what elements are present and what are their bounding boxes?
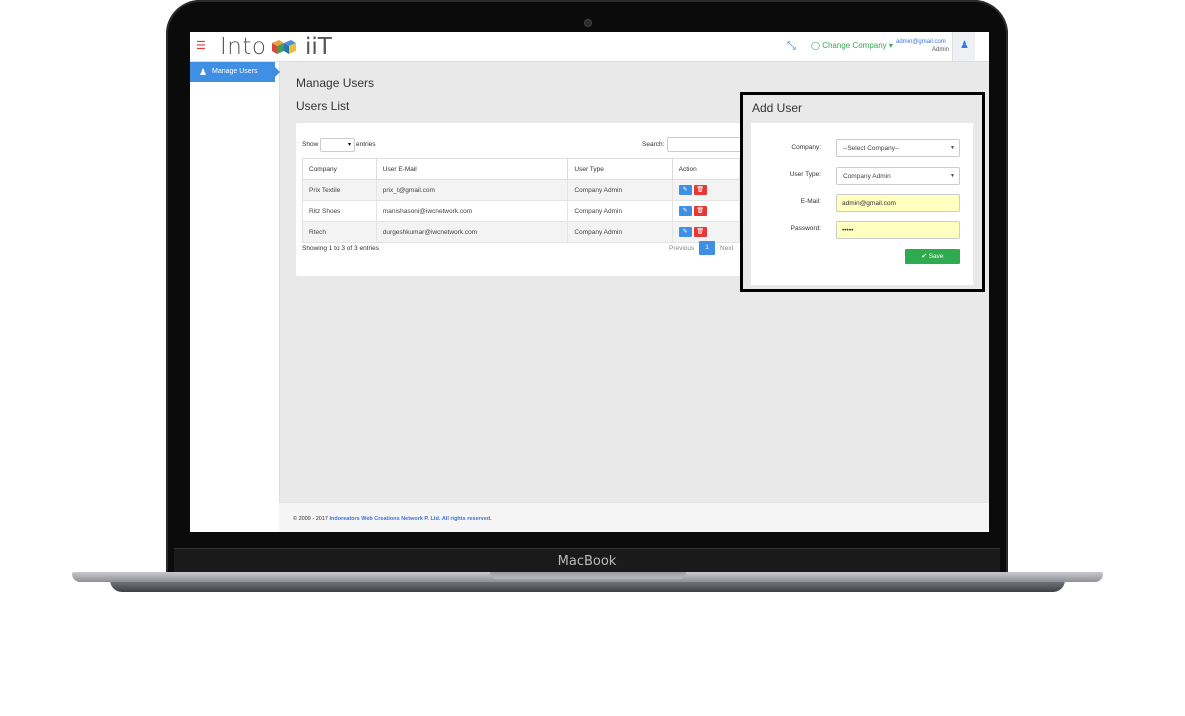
footer-copyright: © 2009 - 2017 [293,516,328,522]
add-user-panel: Add User Company: --Select Company-- ▼ U… [740,92,985,292]
logo-cube-icon [272,40,296,54]
column-header-user-type[interactable]: User Type [567,158,673,180]
app-screen: ☰ Into iiT ⤡ ◯ Change Company ▾ admin@gm… [190,32,989,532]
cell-company: Rtech [302,221,377,243]
user-icon: ♟ [960,40,969,51]
laptop-opening-notch [490,572,686,579]
footer-text: © 2009 - 2017 Indoreators Web Creations … [293,516,492,522]
delete-icon[interactable]: 🗑 [693,227,707,237]
column-header-email[interactable]: User E-Mail [375,158,569,180]
camera-dot [584,19,592,27]
user-role: Admin [932,47,950,53]
table-row: Rtech durgeshkumar@iwcnetwork.com Compan… [302,221,741,243]
device-brand-label: MacBook [557,554,617,569]
entries-per-page-select[interactable]: ▾ [320,138,355,152]
top-navbar: ☰ Into iiT ⤡ ◯ Change Company ▾ admin@gm… [190,32,989,62]
delete-icon[interactable]: 🗑 [693,185,707,195]
cell-actions: ✎ 🗑 [671,179,741,201]
save-button[interactable]: ✔ Save [905,249,960,264]
sidebar: ♟ Manage Users [190,62,280,532]
cell-user-type: Company Admin [567,221,673,243]
footer-company-link[interactable]: Indoreators Web Creations Network P. Ltd… [329,516,491,522]
cell-company: Ritz Shoes [302,200,377,222]
password-label: Password: [790,225,821,232]
user-type-label: User Type: [789,171,821,178]
table-info-text: Showing 1 to 3 of 3 entries [302,245,379,252]
entries-label: entries [356,141,376,148]
cell-company: Prix Textile [302,179,377,201]
cell-email: prix_t@gmail.com [375,179,569,201]
company-select[interactable]: --Select Company-- ▼ [836,139,960,157]
change-company-label: Change Company [822,41,887,50]
user-type-select-value: Company Admin [843,173,891,180]
user-type-select[interactable]: Company Admin ▼ [836,167,960,185]
cell-email: manishasoni@iwcnetwork.com [375,200,569,222]
chevron-down-icon: ▼ [950,173,955,179]
pagination-page-1[interactable]: 1 [699,241,715,255]
password-field[interactable]: ••••• [836,221,960,239]
password-field-value: ••••• [842,227,854,234]
column-header-action: Action [671,158,741,180]
fullscreen-expand-icon[interactable]: ⤡ [787,40,796,53]
pagination-next[interactable]: Next [720,245,733,252]
users-table: Company User E-Mail User Type Action Pri… [302,158,741,243]
show-label: Show [302,141,319,148]
avatar[interactable]: ♟ [952,32,975,61]
cell-actions: ✎ 🗑 [671,200,741,222]
cell-user-type: Company Admin [567,200,673,222]
search-input[interactable] [667,137,742,152]
edit-icon[interactable]: ✎ [678,206,692,216]
page-title: Manage Users [296,76,375,90]
company-label: Company: [791,144,821,151]
laptop-chin: MacBook [174,548,1000,575]
logo-text-left: Into [220,34,267,60]
table-row: Ritz Shoes manishasoni@iwcnetwork.com Co… [302,200,741,222]
check-icon: ✔ [921,253,927,260]
pagination-previous[interactable]: Previous [669,245,694,252]
footer: © 2009 - 2017 Indoreators Web Creations … [279,502,989,532]
edit-icon[interactable]: ✎ [678,185,692,195]
chevron-down-icon: ▾ [347,142,351,148]
user-email[interactable]: admin@gmail.com [896,39,946,45]
table-header-row: Company User E-Mail User Type Action [302,158,741,180]
add-user-heading: Add User [752,101,803,115]
email-label: E-Mail: [800,198,821,205]
change-company-dropdown[interactable]: ◯ Change Company ▾ [811,41,893,50]
email-field[interactable]: admin@gmail.com [836,194,960,212]
edit-icon[interactable]: ✎ [678,227,692,237]
cell-actions: ✎ 🗑 [671,221,741,243]
chevron-down-icon: ▼ [950,145,955,151]
sidebar-item-manage-users[interactable]: ♟ Manage Users [190,62,280,82]
logo-text-right: iiT [305,34,332,60]
delete-icon[interactable]: 🗑 [693,206,707,216]
cell-email: durgeshkumar@iwcnetwork.com [375,221,569,243]
column-header-company[interactable]: Company [302,158,377,180]
users-icon: ♟ [199,67,208,77]
users-list-card: Show ▾ entries Search: Company User E-Ma… [296,123,742,276]
sidebar-item-label: Manage Users [212,68,258,75]
search-label: Search: [642,141,665,148]
users-list-heading: Users List [296,99,350,113]
hamburger-menu-icon[interactable]: ☰ [196,39,206,52]
email-field-value: admin@gmail.com [842,200,896,207]
cell-user-type: Company Admin [567,179,673,201]
table-row: Prix Textile prix_t@gmail.com Company Ad… [302,179,741,201]
add-user-form: Company: --Select Company-- ▼ User Type:… [751,123,973,285]
company-select-value: --Select Company-- [843,145,900,152]
save-button-label: Save [928,253,944,260]
